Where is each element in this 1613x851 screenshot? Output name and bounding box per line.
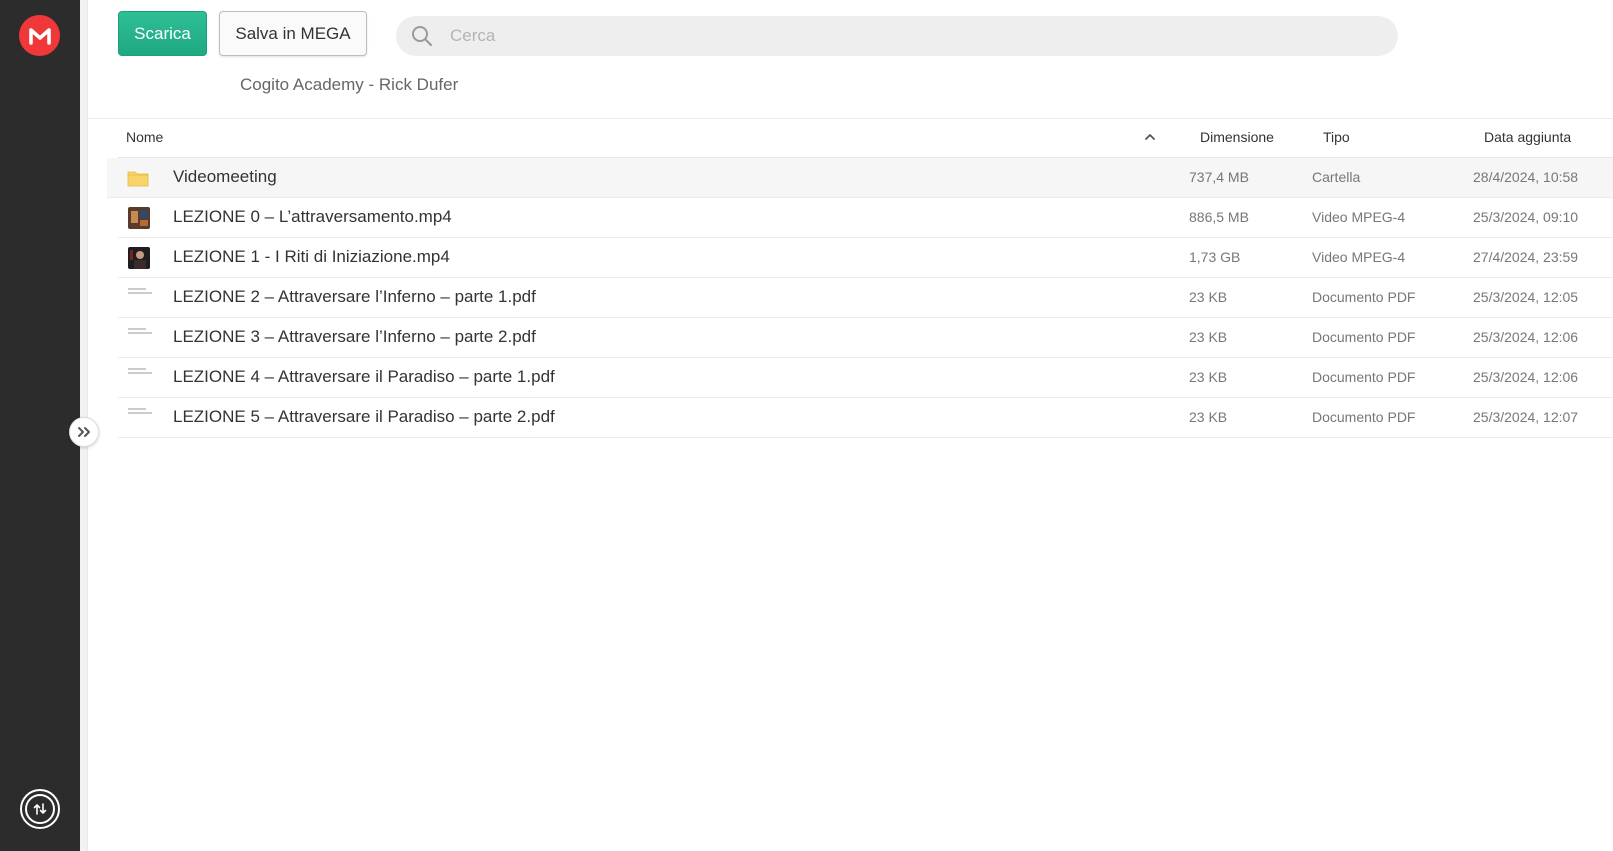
file-name: LEZIONE 3 – Attraversare l’Inferno – par… — [173, 327, 536, 346]
column-size-header[interactable]: Dimensione — [1200, 129, 1274, 145]
table-row[interactable]: LEZIONE 1 - I Riti di Iniziazione.mp4 1,… — [118, 238, 1613, 278]
file-size: 737,4 MB — [1189, 169, 1249, 185]
file-size: 886,5 MB — [1189, 209, 1249, 225]
file-size: 1,73 GB — [1189, 249, 1241, 265]
table-row[interactable]: LEZIONE 3 – Attraversare l’Inferno – par… — [118, 318, 1613, 358]
table-row[interactable]: LEZIONE 4 – Attraversare il Paradiso – p… — [118, 358, 1613, 398]
file-date: 28/4/2024, 10:58 — [1473, 169, 1579, 185]
double-chevron-right-icon — [78, 427, 90, 437]
file-date: 25/3/2024, 12:05 — [1473, 289, 1579, 305]
file-size: 23 KB — [1189, 369, 1228, 385]
column-type-header[interactable]: Tipo — [1323, 129, 1350, 145]
column-name-header[interactable]: Nome — [126, 129, 163, 145]
breadcrumb[interactable]: Cogito Academy - Rick Dufer — [240, 75, 458, 95]
file-type: Documento PDF — [1312, 369, 1416, 385]
file-type: Video MPEG-4 — [1312, 249, 1406, 265]
file-name: Videomeeting — [173, 167, 277, 186]
folder-icon — [127, 171, 149, 187]
file-type: Documento PDF — [1312, 289, 1416, 305]
file-size: 23 KB — [1189, 329, 1228, 345]
table-header: Nome Dimensione Tipo Data aggiunta — [118, 126, 1613, 158]
pdf-thumbnail-icon — [128, 288, 152, 296]
table-row[interactable]: LEZIONE 5 – Attraversare il Paradiso – p… — [118, 398, 1613, 438]
file-date: 25/3/2024, 12:06 — [1473, 369, 1579, 385]
table-row[interactable]: LEZIONE 0 – L’attraversamento.mp4 886,5 … — [118, 198, 1613, 238]
file-type: Documento PDF — [1312, 409, 1416, 425]
search-input[interactable] — [450, 26, 1350, 46]
left-sidebar — [0, 0, 80, 851]
table-row[interactable]: LEZIONE 2 – Attraversare l’Inferno – par… — [118, 278, 1613, 318]
file-date: 25/3/2024, 12:06 — [1473, 329, 1579, 345]
expand-sidebar-button[interactable] — [69, 417, 99, 447]
download-button[interactable]: Scarica — [118, 11, 207, 56]
file-name: LEZIONE 4 – Attraversare il Paradiso – p… — [173, 367, 555, 386]
file-date: 25/3/2024, 09:10 — [1473, 209, 1579, 225]
save-to-mega-button[interactable]: Salva in MEGA — [219, 11, 367, 56]
file-size: 23 KB — [1189, 409, 1228, 425]
search-bar[interactable] — [396, 16, 1398, 56]
file-name: LEZIONE 1 - I Riti di Iniziazione.mp4 — [173, 247, 450, 266]
sort-ascending-icon[interactable] — [1144, 130, 1156, 146]
file-name: LEZIONE 2 – Attraversare l’Inferno – par… — [173, 287, 536, 306]
table-row[interactable]: Videomeeting 737,4 MB Cartella 28/4/2024… — [107, 158, 1613, 198]
column-date-header[interactable]: Data aggiunta — [1484, 129, 1571, 145]
mega-file-browser: Scarica Salva in MEGA Cogito Academy - R… — [0, 0, 1613, 851]
video-thumbnail-icon — [128, 247, 150, 269]
file-name: LEZIONE 5 – Attraversare il Paradiso – p… — [173, 407, 555, 426]
transfers-icon[interactable] — [20, 789, 60, 829]
file-date: 25/3/2024, 12:07 — [1473, 409, 1579, 425]
pdf-thumbnail-icon — [128, 368, 152, 376]
file-type: Video MPEG-4 — [1312, 209, 1406, 225]
search-icon — [412, 26, 433, 47]
file-date: 27/4/2024, 23:59 — [1473, 249, 1579, 265]
file-type: Cartella — [1312, 169, 1361, 185]
file-type: Documento PDF — [1312, 329, 1416, 345]
file-size: 23 KB — [1189, 289, 1228, 305]
header-divider — [88, 118, 1613, 119]
pdf-thumbnail-icon — [128, 328, 152, 336]
mega-logo-icon[interactable] — [19, 15, 60, 56]
pdf-thumbnail-icon — [128, 408, 152, 416]
video-thumbnail-icon — [128, 207, 150, 229]
file-name: LEZIONE 0 – L’attraversamento.mp4 — [173, 207, 452, 226]
